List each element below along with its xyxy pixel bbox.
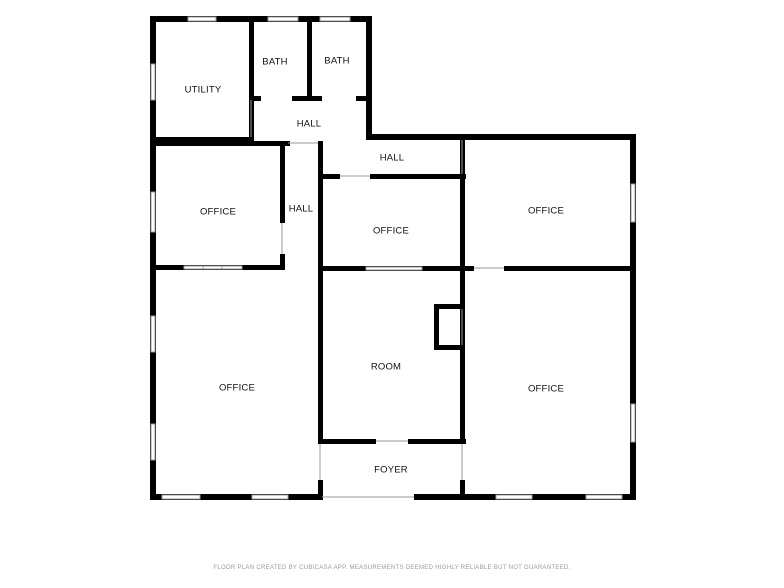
window-utility-left <box>150 63 156 101</box>
window-office-left-large-2 <box>150 423 156 461</box>
window-room-top <box>365 266 423 271</box>
wall-room-bottom-left <box>318 439 376 444</box>
label-room: ROOM <box>371 362 401 373</box>
label-hall-vertical: HALL <box>289 204 314 215</box>
window-bath1-top <box>267 16 299 22</box>
interior-walls <box>150 20 634 500</box>
label-utility: UTILITY <box>185 85 222 96</box>
window-bottom-2 <box>251 494 289 500</box>
wall-center-vertical <box>318 175 323 270</box>
wall-right-office-divider <box>504 266 634 271</box>
wall-closet-bottom <box>434 345 464 350</box>
label-hall-mid: HALL <box>380 153 405 164</box>
wall-right-office-divider-left <box>460 266 474 271</box>
floor-plan: UTILITY BATH BATH HALL HALL HALL OFFICE … <box>150 16 636 571</box>
window-office-left-small <box>150 191 156 233</box>
wall-office-center-top-left <box>318 174 340 179</box>
window-office-right-top <box>630 183 636 223</box>
wall-office-left-top <box>150 141 290 146</box>
label-bath-2: BATH <box>324 56 349 67</box>
wall-foyer-right <box>460 480 465 500</box>
wall-closet-left <box>434 304 439 350</box>
label-foyer: FOYER <box>374 465 408 476</box>
wall-bath-bottom-right <box>356 96 370 101</box>
wall-center-vertical-top <box>318 141 323 179</box>
door-thresholds <box>250 100 504 498</box>
window-bottom-3 <box>495 494 533 500</box>
label-office-center: OFFICE <box>373 226 409 237</box>
label-office-right-top: OFFICE <box>528 206 564 217</box>
window-bottom-1 <box>161 494 201 500</box>
label-office-left-large: OFFICE <box>219 383 255 394</box>
wall-bath-bottom-mid <box>292 96 322 101</box>
exterior-walls <box>150 16 636 500</box>
window-utility-top <box>187 16 217 22</box>
wall-office-left-right-upper <box>280 141 285 223</box>
label-hall-top: HALL <box>297 119 322 130</box>
window-bottom-4 <box>585 494 623 500</box>
wall-room-left <box>318 265 323 443</box>
wall-bath-divider <box>307 20 312 100</box>
window-bath2-top <box>319 16 351 22</box>
label-office-right-bottom: OFFICE <box>528 384 564 395</box>
wall-bottom-mid <box>414 494 464 500</box>
wall-top-block-right <box>366 16 372 139</box>
label-office-left-small: OFFICE <box>200 207 236 218</box>
window-office-right-bottom <box>630 403 636 443</box>
footer-disclaimer: FLOOR PLAN CREATED BY CUBICASA APP. MEAS… <box>213 565 570 571</box>
wall-room-bottom-right <box>408 439 466 444</box>
window-office-left-large-1 <box>150 315 156 353</box>
windows <box>150 16 636 500</box>
label-bath-1: BATH <box>262 57 287 68</box>
wall-office-center-top-right <box>370 174 466 179</box>
window-office-left-bottom <box>183 265 243 270</box>
wall-top-right <box>366 134 636 140</box>
